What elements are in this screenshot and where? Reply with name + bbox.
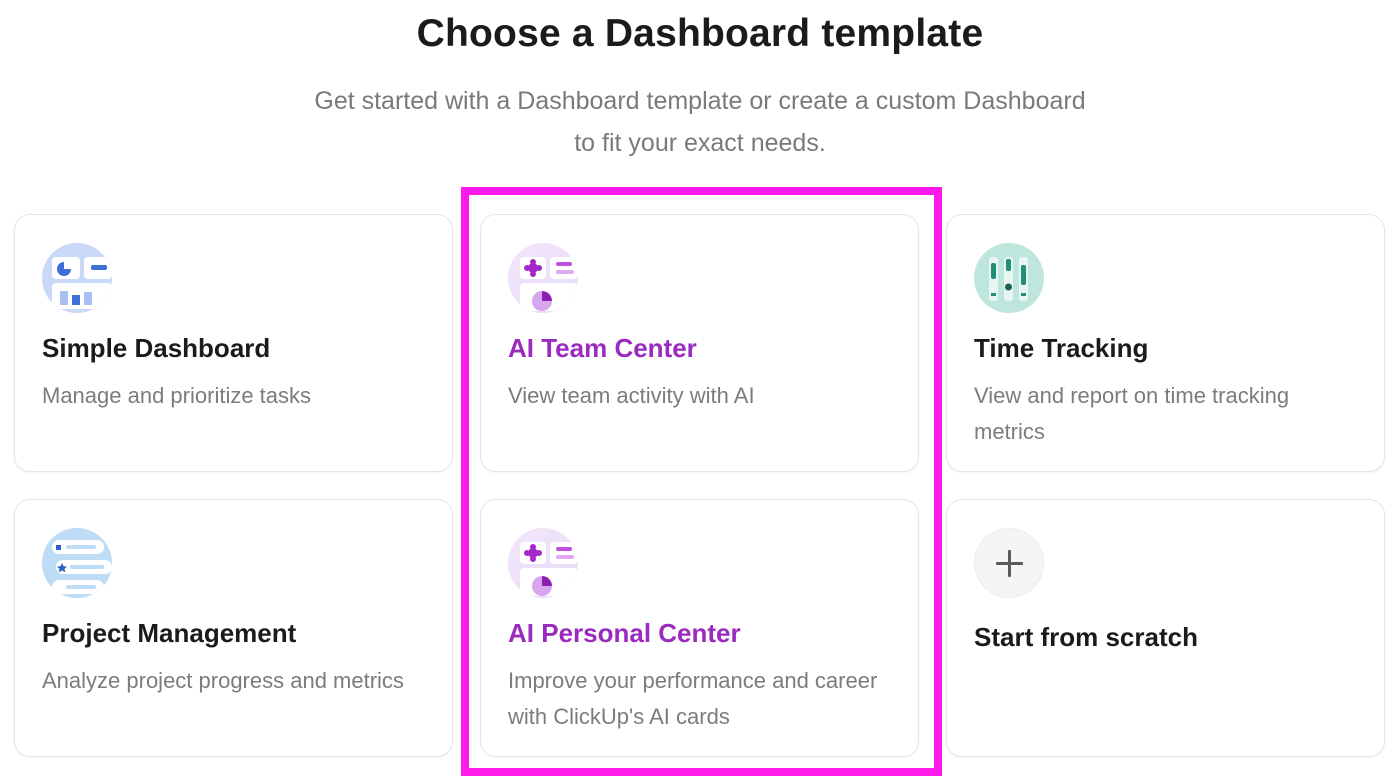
template-description: Analyze project progress and metrics — [42, 668, 404, 693]
template-name: AI Team Center — [508, 333, 697, 363]
template-card-ai-team-center[interactable]: AI Team Center View team activity with A… — [480, 214, 919, 472]
template-description: View and report on time tracking metrics — [974, 383, 1290, 444]
page-title: Choose a Dashboard template — [416, 12, 984, 55]
page-subtitle: Get started with a Dashboard template or… — [250, 80, 1150, 164]
template-card-project-management[interactable]: Project Management Analyze project progr… — [14, 499, 453, 757]
template-name: Project Management — [42, 618, 297, 648]
ai-team-icon — [508, 243, 578, 313]
template-name: Start from scratch — [974, 622, 1198, 652]
dashboard-grid-icon — [42, 243, 112, 313]
template-name: Simple Dashboard — [42, 333, 271, 363]
template-name: AI Personal Center — [508, 618, 741, 648]
template-card-simple-dashboard[interactable]: Simple Dashboard Manage and prioritize t… — [14, 214, 453, 472]
plus-icon — [974, 528, 1044, 598]
subtitle-line-2: to fit your exact needs. — [574, 129, 826, 157]
template-description: View team activity with AI — [508, 383, 755, 408]
template-name: Time Tracking — [974, 333, 1149, 363]
template-picker: Choose a Dashboard template Get started … — [0, 0, 1400, 779]
subtitle-line-1: Get started with a Dashboard template or… — [314, 87, 1086, 115]
ai-personal-icon — [508, 528, 578, 598]
template-card-ai-personal-center[interactable]: AI Personal Center Improve your performa… — [480, 499, 919, 757]
template-card-time-tracking[interactable]: Time Tracking View and report on time tr… — [946, 214, 1385, 472]
project-list-icon — [42, 528, 112, 598]
template-card-start-from-scratch[interactable]: Start from scratch — [946, 499, 1385, 757]
time-tracking-icon — [974, 243, 1044, 313]
template-description: Improve your performance and career with… — [508, 668, 878, 729]
template-description: Manage and prioritize tasks — [42, 383, 312, 408]
